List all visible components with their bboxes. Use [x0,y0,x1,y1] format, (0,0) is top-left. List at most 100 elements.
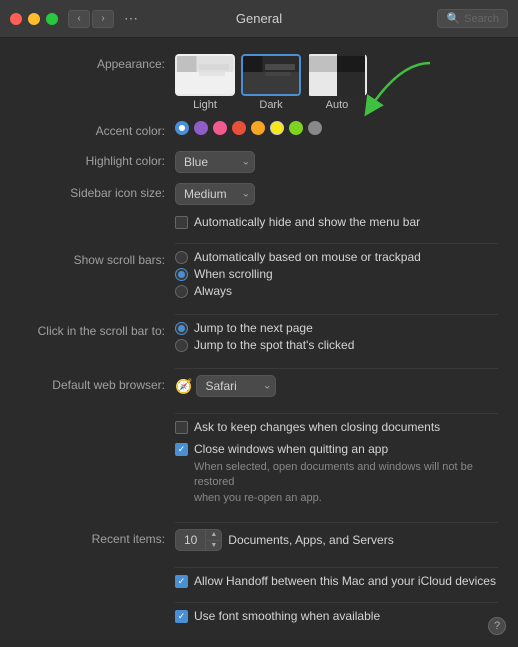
scroll-when-radio[interactable] [175,268,188,281]
accent-orange[interactable] [251,121,265,135]
scroll-auto-row: Automatically based on mouse or trackpad [175,250,421,264]
menu-bar-checkbox[interactable] [175,216,188,229]
browser-select-wrapper[interactable]: 🧭 Safari [175,375,276,397]
traffic-lights [10,13,58,25]
scroll-bars-row: Show scroll bars: Automatically based on… [20,250,498,298]
stepper-arrows: ▲ ▼ [206,530,221,550]
click-spot-label: Jump to the spot that's clicked [194,338,354,352]
scroll-auto-label: Automatically based on mouse or trackpad [194,250,421,264]
close-button[interactable] [10,13,22,25]
scroll-bars-label: Show scroll bars: [20,250,175,270]
recent-items-suffix: Documents, Apps, and Servers [228,533,393,547]
scroll-when-label: When scrolling [194,267,273,281]
search-box[interactable]: 🔍 Search [437,9,508,28]
minimize-button[interactable] [28,13,40,25]
apps-grid-icon[interactable]: ⋯ [124,10,138,27]
font-smoothing-label: Use font smoothing when available [194,609,380,623]
click-scroll-row: Click in the scroll bar to: Jump to the … [20,321,498,352]
separator-4 [175,413,498,414]
search-icon: 🔍 [446,12,460,25]
separator-6 [175,567,498,568]
browser-select[interactable]: Safari [196,375,276,397]
highlight-color-select[interactable]: Blue [175,151,255,173]
scroll-always-row: Always [175,284,421,298]
accent-color-label: Accent color: [20,121,175,141]
appearance-auto[interactable]: Auto [307,54,367,111]
separator-1 [175,243,498,244]
close-windows-row: Close windows when quitting an app When … [175,442,498,512]
light-thumb [175,54,235,96]
close-windows-label: Close windows when quitting an app [194,442,388,456]
menu-bar-label: Automatically hide and show the menu bar [194,215,420,229]
click-spot-radio[interactable] [175,339,188,352]
recent-items-value: 10 [176,530,206,550]
accent-color-options [175,121,498,135]
accent-green[interactable] [289,121,303,135]
separator-7 [175,602,498,603]
back-button[interactable]: ‹ [68,10,90,28]
click-next-radio[interactable] [175,322,188,335]
appearance-row: Appearance: Light [20,54,498,111]
auto-thumb [307,54,367,96]
highlight-color-label: Highlight color: [20,151,175,171]
font-smoothing-row: Use font smoothing when available [175,609,498,627]
handoff-label: Allow Handoff between this Mac and your … [194,574,496,588]
accent-gray[interactable] [308,121,322,135]
accent-pink[interactable] [213,121,227,135]
ask-keep-checkbox[interactable] [175,421,188,434]
font-smoothing-checkbox[interactable] [175,610,188,623]
titlebar: ‹ › ⋯ General 🔍 Search [0,0,518,38]
recent-items-label: Recent items: [20,529,175,549]
scroll-always-radio[interactable] [175,285,188,298]
recent-items-stepper[interactable]: 10 ▲ ▼ [175,529,222,551]
accent-color-row: Accent color: [20,121,498,141]
click-scroll-options: Jump to the next page Jump to the spot t… [175,321,498,352]
appearance-label: Appearance: [20,54,175,74]
browser-row: Default web browser: 🧭 Safari [20,375,498,397]
stepper-down-button[interactable]: ▼ [206,541,221,551]
separator-2 [175,314,498,315]
separator-5 [175,522,498,523]
highlight-color-select-wrapper[interactable]: Blue [175,151,255,173]
accent-yellow[interactable] [270,121,284,135]
scroll-auto-radio[interactable] [175,251,188,264]
appearance-options: Light Dark [175,54,498,111]
scroll-bars-options: Automatically based on mouse or trackpad… [175,250,498,298]
close-windows-subtext: When selected, open documents and window… [194,460,498,506]
forward-button[interactable]: › [92,10,114,28]
dark-thumb [241,54,301,96]
click-scroll-label: Click in the scroll bar to: [20,321,175,341]
accent-blue[interactable] [175,121,189,135]
auto-label: Auto [326,99,349,111]
separator-3 [175,368,498,369]
sidebar-icon-content: Medium [175,183,498,205]
sidebar-icon-select-wrapper[interactable]: Medium [175,183,255,205]
highlight-color-content: Blue [175,151,498,173]
click-next-row: Jump to the next page [175,321,354,335]
nav-buttons: ‹ › [68,10,114,28]
search-placeholder: Search [464,13,499,25]
appearance-dark[interactable]: Dark [241,54,301,111]
browser-label: Default web browser: [20,375,175,395]
recent-items-content: 10 ▲ ▼ Documents, Apps, and Servers [175,529,498,551]
recent-items-row: Recent items: 10 ▲ ▼ Documents, Apps, an… [20,529,498,551]
handoff-row: Allow Handoff between this Mac and your … [175,574,498,592]
safari-icon: 🧭 [175,378,192,395]
sidebar-icon-select[interactable]: Medium [175,183,255,205]
scroll-always-label: Always [194,284,232,298]
ask-keep-row: Ask to keep changes when closing documen… [175,420,498,438]
sidebar-icon-label: Sidebar icon size: [20,183,175,203]
highlight-color-row: Highlight color: Blue [20,151,498,173]
close-windows-checkbox[interactable] [175,443,188,456]
stepper-up-button[interactable]: ▲ [206,530,221,541]
maximize-button[interactable] [46,13,58,25]
accent-red[interactable] [232,121,246,135]
menu-bar-row: Automatically hide and show the menu bar [175,215,498,233]
window-title: General [236,11,282,26]
light-label: Light [193,99,217,111]
sidebar-icon-row: Sidebar icon size: Medium [20,183,498,205]
handoff-checkbox[interactable] [175,575,188,588]
appearance-light[interactable]: Light [175,54,235,111]
click-next-label: Jump to the next page [194,321,313,335]
accent-purple[interactable] [194,121,208,135]
